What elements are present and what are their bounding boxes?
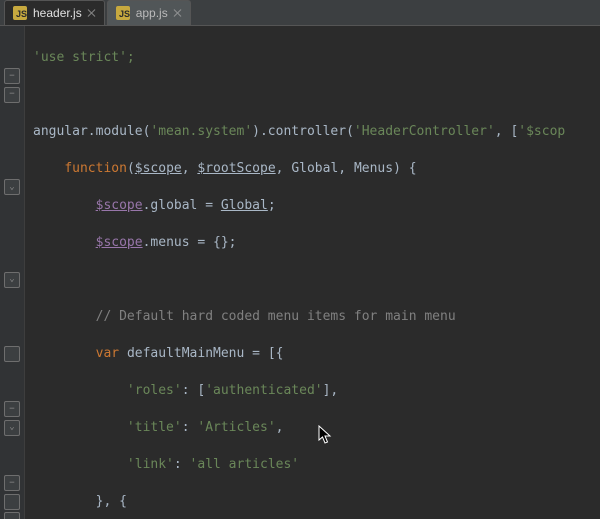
fold-marker[interactable]: ⌄ [4, 420, 20, 436]
fold-marker[interactable]: − [4, 475, 20, 491]
fold-marker[interactable]: ⌄ [4, 272, 20, 288]
fold-marker[interactable]: ⌄ [4, 512, 20, 519]
tab-bar: JS header.js JS app.js [0, 0, 600, 26]
fold-marker[interactable]: − [4, 87, 20, 103]
code-editor[interactable]: − − ⌄ ⌄ − ⌄ − ⌄ 'use strict'; angular.module('m… [0, 26, 600, 519]
fold-marker[interactable]: ⌄ [4, 179, 20, 195]
fold-marker[interactable] [4, 346, 20, 362]
gutter: − − ⌄ ⌄ − ⌄ − ⌄ [0, 26, 25, 519]
svg-text:JS: JS [119, 9, 130, 19]
tab-app-js[interactable]: JS app.js [107, 0, 191, 25]
fold-marker[interactable]: − [4, 68, 20, 84]
close-icon[interactable] [174, 9, 182, 17]
tab-label: header.js [33, 6, 82, 20]
tab-label: app.js [136, 6, 168, 20]
fold-marker[interactable]: − [4, 401, 20, 417]
js-file-icon: JS [13, 6, 27, 20]
close-icon[interactable] [88, 9, 96, 17]
fold-marker[interactable] [4, 494, 20, 510]
js-file-icon: JS [116, 6, 130, 20]
code-area[interactable]: 'use strict'; angular.module('mean.syste… [25, 26, 600, 519]
svg-text:JS: JS [16, 9, 27, 19]
tab-header-js[interactable]: JS header.js [4, 0, 105, 25]
